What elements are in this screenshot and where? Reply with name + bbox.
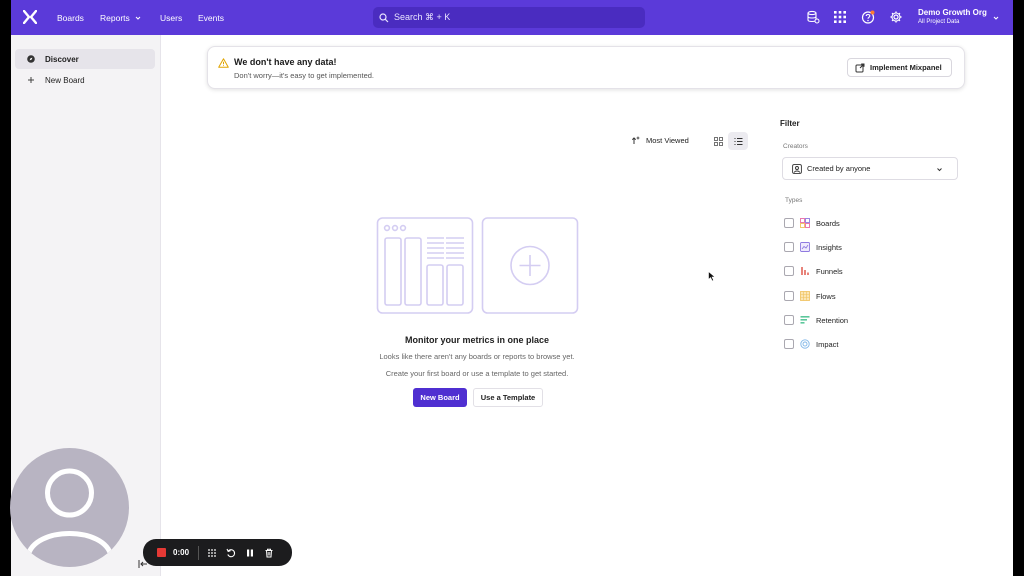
org-name: Demo Growth Org <box>918 8 987 17</box>
type-filter-insights[interactable]: Insights <box>784 241 842 253</box>
pause-icon[interactable] <box>245 548 255 558</box>
nav-boards[interactable]: Boards <box>57 0 84 35</box>
org-project-label: All Project Data <box>918 19 960 25</box>
type-filter-label: Funnels <box>816 266 843 276</box>
divider <box>198 545 200 560</box>
type-filter-retention[interactable]: Retention <box>784 314 848 326</box>
type-filter-label: Flows <box>816 291 836 301</box>
filter-heading: Filter <box>780 119 800 128</box>
nav-reports-label: Reports <box>100 12 130 23</box>
recording-timer: 0:00 <box>173 548 190 557</box>
restart-icon[interactable] <box>226 548 236 558</box>
stop-recording-button[interactable] <box>157 548 166 557</box>
boards-icon <box>800 218 810 228</box>
implement-mixpanel-label: Implement Mixpanel <box>870 63 942 72</box>
flows-icon <box>800 291 810 301</box>
search-icon <box>379 12 389 22</box>
empty-state-hint: Create your first board or use a templat… <box>385 369 569 378</box>
user-silhouette-icon <box>25 468 114 557</box>
types-label: Types <box>785 197 803 204</box>
grid-view-button[interactable] <box>708 132 728 150</box>
banner-description: Don't worry—it's easy to get implemented… <box>234 71 375 80</box>
checkbox[interactable] <box>784 339 794 349</box>
checkbox[interactable] <box>784 266 794 276</box>
type-filter-label: Retention <box>816 315 849 325</box>
chevron-down-icon[interactable] <box>992 14 1000 22</box>
type-filter-impact[interactable]: Impact <box>784 338 839 350</box>
sidebar-item-label: Discover <box>45 54 79 64</box>
empty-state-title: Monitor your metrics in one place <box>404 335 550 345</box>
search-placeholder: Search ⌘ + K <box>394 12 451 22</box>
new-board-button[interactable]: New Board <box>413 388 467 407</box>
type-filter-label: Impact <box>816 339 839 349</box>
grid-view-icon <box>713 136 723 146</box>
empty-state-illustration <box>376 217 579 314</box>
use-template-button[interactable]: Use a Template <box>473 388 543 407</box>
external-link-icon <box>855 63 865 72</box>
nav-users-label: Users <box>160 12 183 23</box>
creators-select[interactable]: Created by anyone <box>782 157 958 180</box>
webcam-avatar <box>10 448 129 567</box>
type-filter-funnels[interactable]: Funnels <box>784 265 843 277</box>
creators-label: Creators <box>783 143 808 150</box>
checkbox[interactable] <box>784 315 794 325</box>
checkbox[interactable] <box>784 242 794 252</box>
database-icon[interactable] <box>806 10 820 24</box>
mouse-cursor-icon <box>708 271 716 282</box>
sort-icon <box>631 136 641 144</box>
banner-title: We don't have any data! <box>234 57 337 67</box>
help-icon[interactable] <box>861 10 875 24</box>
trash-icon[interactable] <box>264 548 274 558</box>
view-toggle <box>708 132 748 150</box>
warning-icon <box>218 58 229 68</box>
list-view-icon <box>734 137 742 145</box>
insights-icon <box>800 242 810 252</box>
type-filter-flows[interactable]: Flows <box>784 290 836 302</box>
nav-reports[interactable]: Reports <box>100 0 142 35</box>
sidebar-item-new-board[interactable]: New Board <box>15 70 155 90</box>
implement-mixpanel-button[interactable]: Implement Mixpanel <box>847 58 952 77</box>
type-filter-label: Boards <box>816 218 840 228</box>
search-bar[interactable]: Search ⌘ + K <box>373 7 645 28</box>
org-switcher[interactable]: Demo Growth Org All Project Data <box>918 8 987 25</box>
nav-users[interactable]: Users <box>160 0 182 35</box>
nav-events[interactable]: Events <box>198 0 224 35</box>
gear-icon[interactable] <box>889 10 903 24</box>
impact-icon <box>800 339 810 349</box>
top-nav-bar: Boards Reports Users Events Search ⌘ + K… <box>11 0 1013 35</box>
chevron-down-icon <box>937 168 942 172</box>
list-view-button[interactable] <box>728 132 748 150</box>
apps-grid-icon[interactable] <box>833 10 847 24</box>
chevron-down-icon <box>135 16 141 20</box>
creators-select-value: Created by anyone <box>807 164 871 173</box>
checkbox[interactable] <box>784 291 794 301</box>
checkbox[interactable] <box>784 218 794 228</box>
funnels-icon <box>800 266 810 276</box>
draw-grid-icon[interactable] <box>207 548 217 558</box>
sidebar-item-discover[interactable]: Discover <box>15 49 155 69</box>
sort-dropdown[interactable]: Most Viewed <box>631 135 689 145</box>
compass-icon <box>27 55 35 63</box>
type-filter-label: Insights <box>816 242 842 252</box>
nav-boards-label: Boards <box>57 12 84 23</box>
app-window: Boards Reports Users Events Search ⌘ + K… <box>11 0 1013 576</box>
retention-icon <box>800 315 810 325</box>
empty-state-description: Looks like there aren't any boards or re… <box>379 352 575 361</box>
recording-toolbar: 0:00 <box>143 539 292 566</box>
mixpanel-logo-icon[interactable] <box>23 10 37 24</box>
plus-icon <box>27 76 35 84</box>
type-filter-boards[interactable]: Boards <box>784 217 840 229</box>
nav-events-label: Events <box>198 12 224 23</box>
sort-label: Most Viewed <box>646 135 689 145</box>
user-icon <box>792 163 802 174</box>
sidebar-item-label: New Board <box>45 75 85 85</box>
